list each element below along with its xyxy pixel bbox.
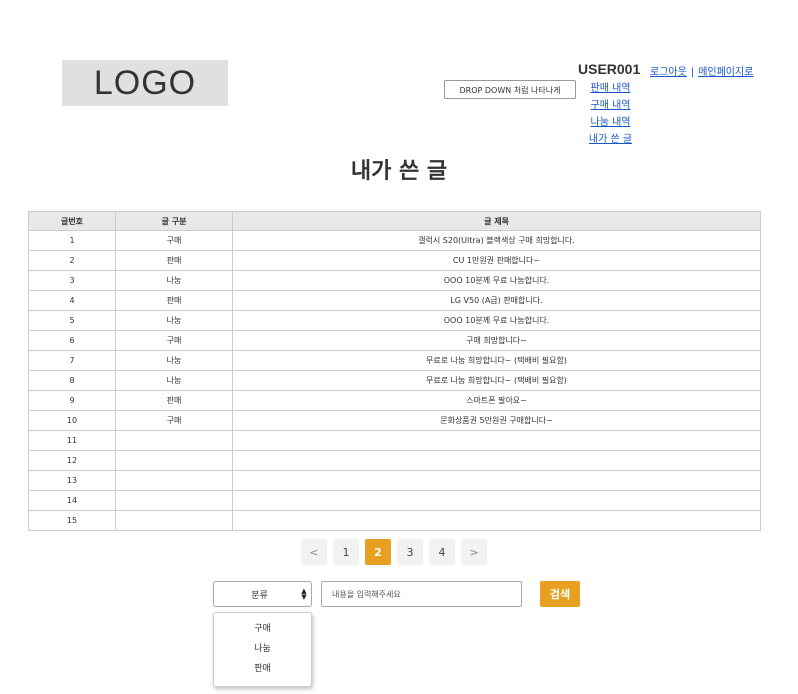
cell-title: 스마트폰 팔아요~: [232, 390, 761, 411]
cell-type: [115, 510, 233, 531]
cell-type: 나눔: [115, 310, 233, 331]
cell-title: [232, 510, 761, 531]
menu-item-my-posts[interactable]: 내가 쓴 글: [583, 131, 638, 148]
menu-item-purchase-history[interactable]: 구매 내역: [583, 97, 638, 114]
table-row[interactable]: 6 구매 구매 희망합니다~: [28, 330, 761, 351]
column-header-type: 글 구분: [115, 211, 233, 231]
table-row[interactable]: 15: [28, 510, 761, 531]
cell-title: 갤럭시 S20(Ultra) 블랙색상 구매 희망합니다.: [232, 230, 761, 251]
cell-title: [232, 450, 761, 471]
main-page-link[interactable]: 메인페이지로: [698, 67, 753, 78]
cell-type: [115, 470, 233, 491]
column-header-title: 글 제목: [232, 211, 761, 231]
cell-number: 2: [28, 250, 116, 271]
cell-title: [232, 490, 761, 511]
table-row[interactable]: 1 구매 갤럭시 S20(Ultra) 블랙색상 구매 희망합니다.: [28, 230, 761, 251]
cell-title: CU 1만원권 판매합니다~: [232, 250, 761, 271]
menu-item-sales-history[interactable]: 판매 내역: [583, 80, 638, 97]
prev-page-button[interactable]: <: [301, 539, 327, 565]
dropdown-trigger[interactable]: DROP DOWN 처럼 나타나게: [444, 80, 576, 99]
cell-type: 판매: [115, 290, 233, 311]
cell-type: [115, 490, 233, 511]
pagination: < 1 2 3 4 >: [301, 539, 487, 565]
cell-number: 10: [28, 410, 116, 431]
page-button-2[interactable]: 2: [365, 539, 391, 565]
table-header-row: 글번호 글 구분 글 제목: [28, 211, 761, 231]
cell-title: [232, 430, 761, 451]
cell-type: [115, 430, 233, 451]
cell-number: 4: [28, 290, 116, 311]
cell-type: 나눔: [115, 270, 233, 291]
posts-table: 글번호 글 구분 글 제목 1 구매 갤럭시 S20(Ultra) 블랙색상 구매 …: [28, 211, 761, 531]
top-links: 로그아웃 | 메인페이지로: [650, 63, 753, 78]
user-id: USER001: [578, 61, 641, 77]
cell-number: 9: [28, 390, 116, 411]
link-separator: |: [690, 67, 695, 78]
category-select-value: 분류: [251, 590, 268, 601]
cell-type: [115, 450, 233, 471]
search-input[interactable]: [321, 581, 522, 607]
cell-title: [232, 470, 761, 491]
category-option-sell[interactable]: 판매: [214, 659, 311, 679]
table-row[interactable]: 8 나눔 무료로 나눔 희망합니다~ (택배비 필요함): [28, 370, 761, 391]
cell-number: 7: [28, 350, 116, 371]
cell-number: 11: [28, 430, 116, 451]
cell-number: 1: [28, 230, 116, 251]
table-row[interactable]: 14: [28, 490, 761, 511]
table-row[interactable]: 4 판매 LG V50 (A급) 판매합니다.: [28, 290, 761, 311]
next-page-button[interactable]: >: [461, 539, 487, 565]
cell-title: 무료로 나눔 희망합니다~ (택배비 필요함): [232, 370, 761, 391]
user-dropdown-menu: 판매 내역 구매 내역 나눔 내역 내가 쓴 글: [583, 80, 638, 148]
page-button-4[interactable]: 4: [429, 539, 455, 565]
cell-title: 무료로 나눔 희망합니다~ (택배비 필요함): [232, 350, 761, 371]
menu-item-sharing-history[interactable]: 나눔 내역: [583, 114, 638, 131]
page-button-1[interactable]: 1: [333, 539, 359, 565]
category-option-share[interactable]: 나눔: [214, 639, 311, 659]
cell-number: 6: [28, 330, 116, 351]
cell-number: 15: [28, 510, 116, 531]
cell-number: 8: [28, 370, 116, 391]
table-row[interactable]: 11: [28, 430, 761, 451]
cell-number: 5: [28, 310, 116, 331]
cell-title: 구매 희망합니다~: [232, 330, 761, 351]
page-title: 내가 쓴 글: [350, 159, 448, 184]
category-option-buy[interactable]: 구매: [214, 619, 311, 639]
category-options-list: 구매 나눔 판매: [213, 612, 312, 687]
select-arrows-icon: ▲ ▼: [301, 587, 307, 601]
cell-type: 나눔: [115, 370, 233, 391]
table-row[interactable]: 13: [28, 470, 761, 491]
cell-number: 12: [28, 450, 116, 471]
table-row[interactable]: 3 나눔 OOO 10분께 무료 나눔합니다.: [28, 270, 761, 291]
cell-title: 문화상품권 5만원권 구매합니다~: [232, 410, 761, 431]
cell-type: 판매: [115, 390, 233, 411]
category-select[interactable]: 분류 ▲ ▼: [213, 581, 312, 607]
column-header-number: 글번호: [28, 211, 116, 231]
table-row[interactable]: 7 나눔 무료로 나눔 희망합니다~ (택배비 필요함): [28, 350, 761, 371]
cell-title: OOO 10분께 무료 나눔합니다.: [232, 270, 761, 291]
cell-type: 나눔: [115, 350, 233, 371]
table-row[interactable]: 9 판매 스마트폰 팔아요~: [28, 390, 761, 411]
cell-number: 14: [28, 490, 116, 511]
cell-type: 구매: [115, 330, 233, 351]
search-button[interactable]: 검색: [540, 581, 580, 607]
cell-number: 3: [28, 270, 116, 291]
cell-type: 구매: [115, 230, 233, 251]
page-button-3[interactable]: 3: [397, 539, 423, 565]
logo[interactable]: LOGO: [62, 60, 228, 106]
table-row[interactable]: 12: [28, 450, 761, 471]
table-row[interactable]: 10 구매 문화상품권 5만원권 구매합니다~: [28, 410, 761, 431]
cell-type: 구매: [115, 410, 233, 431]
cell-number: 13: [28, 470, 116, 491]
table-row[interactable]: 2 판매 CU 1만원권 판매합니다~: [28, 250, 761, 271]
table-row[interactable]: 5 나눔 OOO 10분께 무료 나눔합니다.: [28, 310, 761, 331]
cell-type: 판매: [115, 250, 233, 271]
cell-title: LG V50 (A급) 판매합니다.: [232, 290, 761, 311]
logout-link[interactable]: 로그아웃: [650, 67, 687, 78]
cell-title: OOO 10분께 무료 나눔합니다.: [232, 310, 761, 331]
